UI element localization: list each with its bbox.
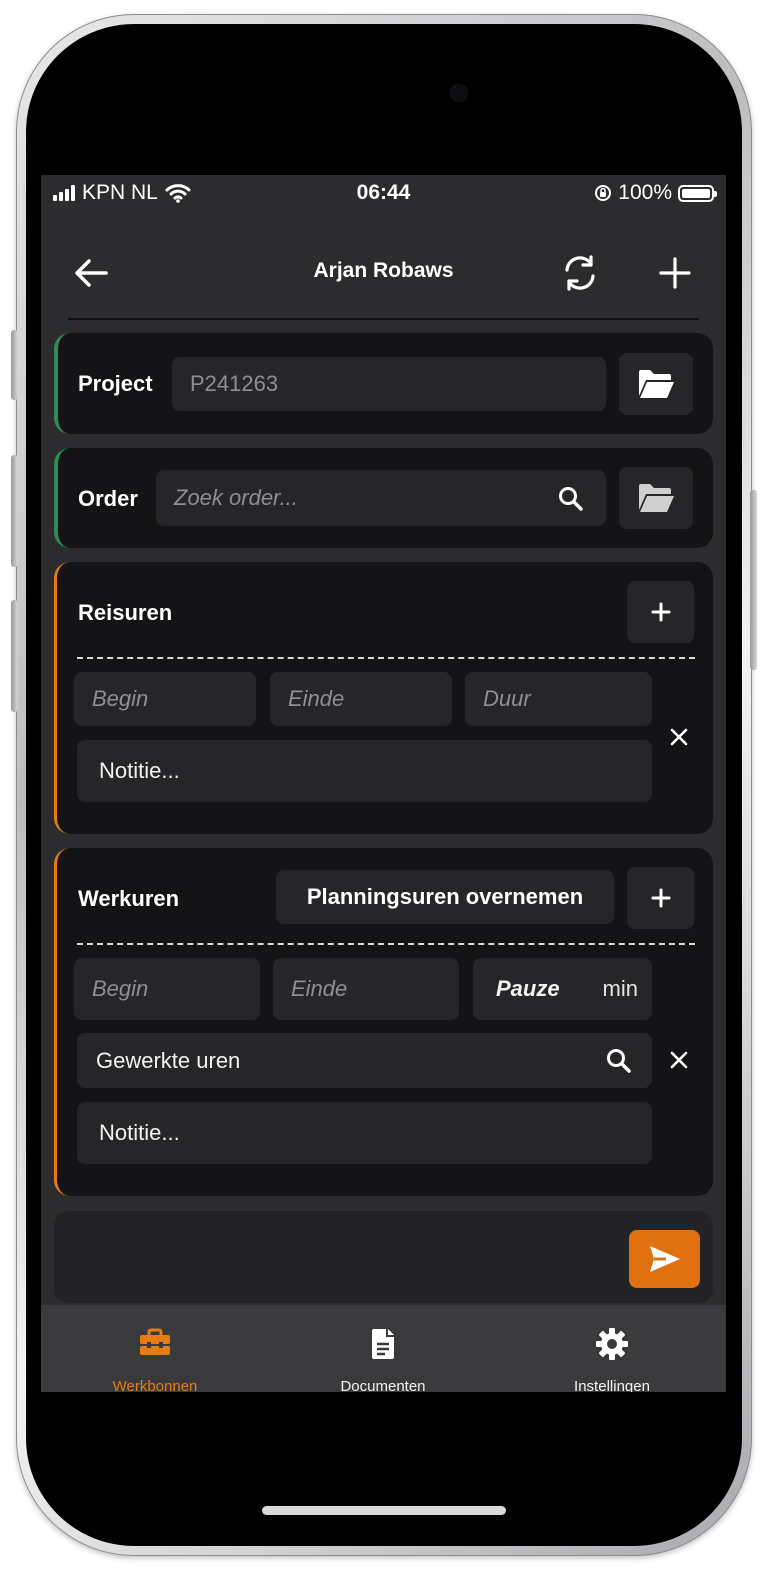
project-card: Project P241263 bbox=[54, 333, 713, 434]
reisuren-note-input[interactable]: Notitie... bbox=[77, 740, 652, 802]
order-label: Order bbox=[78, 486, 138, 511]
werkuren-card: Werkuren Planningsuren overnemen Begin E… bbox=[54, 848, 713, 1196]
side-button bbox=[11, 330, 18, 400]
add-werkuren-button[interactable] bbox=[627, 867, 694, 929]
folder-open-icon bbox=[639, 370, 674, 398]
werkuren-begin-input[interactable]: Begin bbox=[74, 958, 260, 1020]
tab-bar: Werkbonnen Documenten Instellingen bbox=[41, 1305, 726, 1392]
send-button[interactable] bbox=[629, 1230, 700, 1288]
section-divider bbox=[77, 657, 695, 659]
remove-werkuren-button[interactable] bbox=[664, 1045, 694, 1075]
search-icon bbox=[606, 1048, 632, 1079]
order-search-input[interactable]: Zoek order... bbox=[156, 470, 606, 526]
tab-werkbonnen-label: Werkbonnen bbox=[112, 1378, 198, 1392]
project-field[interactable]: P241263 bbox=[172, 357, 606, 411]
volume-up-button bbox=[11, 455, 18, 567]
reisuren-begin-input[interactable]: Begin bbox=[74, 672, 256, 726]
plus-icon bbox=[659, 257, 691, 289]
toolbox-icon bbox=[140, 1328, 170, 1355]
gear-icon bbox=[596, 1328, 628, 1360]
project-folder-button[interactable] bbox=[619, 353, 693, 415]
add-button[interactable] bbox=[653, 251, 697, 295]
status-bar: KPN NL 06:44 100% bbox=[41, 175, 726, 213]
project-label: Project bbox=[78, 371, 153, 396]
tab-documenten-label: Documenten bbox=[340, 1378, 426, 1392]
battery-percent: 100% bbox=[618, 181, 672, 204]
reisuren-card: Reisuren Begin Einde Duur Notitie... bbox=[54, 562, 713, 834]
front-camera bbox=[452, 86, 466, 100]
tab-documenten[interactable]: Documenten bbox=[269, 1305, 497, 1392]
werkuren-note-input[interactable]: Notitie... bbox=[77, 1102, 652, 1164]
pauze-unit: min bbox=[602, 976, 638, 1001]
gewerkte-uren-search-input[interactable]: Gewerkte uren bbox=[77, 1033, 652, 1088]
navigation-bar: Arjan Robaws bbox=[41, 233, 726, 309]
volume-down-button bbox=[11, 600, 18, 712]
reisuren-einde-input[interactable]: Einde bbox=[270, 672, 452, 726]
orientation-lock-icon bbox=[594, 184, 612, 202]
power-button bbox=[750, 490, 757, 670]
section-divider bbox=[77, 943, 695, 945]
reisuren-label: Reisuren bbox=[78, 600, 173, 625]
sync-button[interactable] bbox=[558, 251, 602, 295]
plus-icon bbox=[651, 602, 670, 622]
tab-instellingen[interactable]: Instellingen bbox=[498, 1305, 726, 1392]
order-folder-button[interactable] bbox=[619, 467, 693, 529]
document-icon bbox=[372, 1329, 394, 1359]
tab-werkbonnen[interactable]: Werkbonnen bbox=[41, 1305, 269, 1392]
pauze-input[interactable]: Pauze min bbox=[473, 958, 652, 1020]
battery-icon bbox=[678, 184, 717, 202]
tab-instellingen-label: Instellingen bbox=[574, 1378, 650, 1392]
add-reisuren-button[interactable] bbox=[627, 581, 694, 643]
header-divider bbox=[68, 318, 699, 320]
paper-plane-icon bbox=[649, 1246, 680, 1272]
close-icon bbox=[670, 1051, 688, 1069]
order-card: Order Zoek order... bbox=[54, 448, 713, 548]
bottom-action-area bbox=[54, 1211, 713, 1303]
search-icon bbox=[558, 486, 584, 517]
werkuren-einde-input[interactable]: Einde bbox=[273, 958, 459, 1020]
remove-reisuren-button[interactable] bbox=[664, 722, 694, 752]
werkuren-label: Werkuren bbox=[78, 886, 180, 911]
refresh-icon bbox=[565, 255, 595, 291]
pauze-label: Pauze bbox=[496, 976, 560, 1001]
reisuren-duur-input[interactable]: Duur bbox=[465, 672, 652, 726]
planningsuren-overnemen-button[interactable]: Planningsuren overnemen bbox=[276, 870, 614, 924]
folder-open-icon bbox=[639, 484, 674, 512]
close-icon bbox=[670, 728, 688, 746]
app-screen: KPN NL 06:44 100% Arjan Robaws Project P… bbox=[41, 175, 726, 1392]
home-indicator[interactable] bbox=[262, 1506, 506, 1515]
page-title: Arjan Robaws bbox=[313, 259, 454, 282]
plus-icon bbox=[651, 888, 670, 908]
